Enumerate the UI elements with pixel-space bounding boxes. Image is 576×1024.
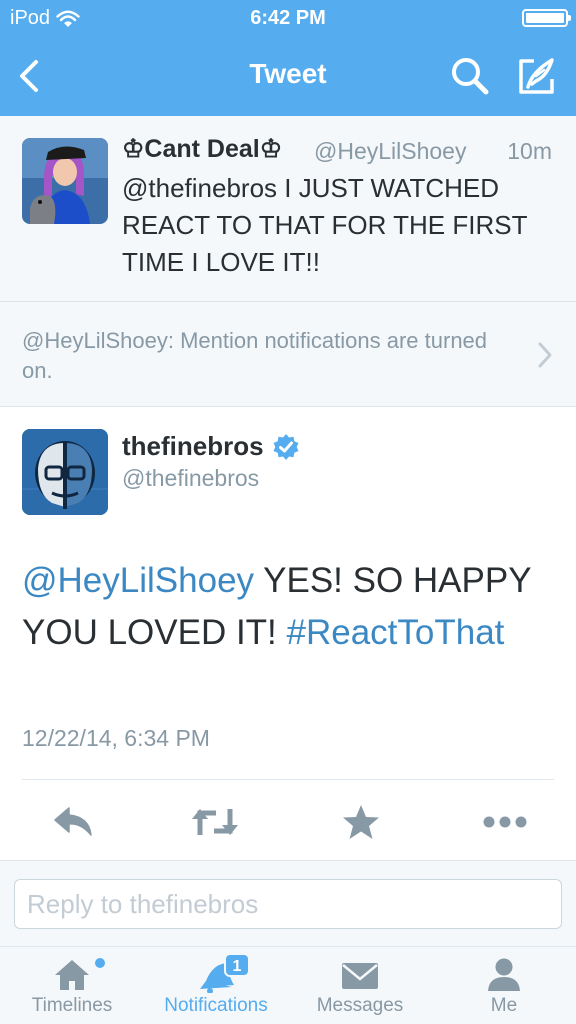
- tab-notifications[interactable]: 1 Notifications: [144, 947, 288, 1024]
- tab-label: Messages: [316, 995, 404, 1016]
- finebros-logo-icon: [22, 429, 108, 515]
- tweet-time: 10m: [507, 138, 552, 164]
- search-icon[interactable]: [448, 54, 492, 98]
- more-button[interactable]: [480, 800, 530, 844]
- mention-notification-row[interactable]: @HeyLilShoey: Mention notifications are …: [0, 302, 576, 407]
- reply-input[interactable]: [14, 879, 562, 929]
- battery-fill: [526, 13, 564, 23]
- parent-tweet[interactable]: ♔Cant Deal♔ @HeyLilShoey 10m @thefinebro…: [0, 116, 576, 302]
- reply-icon: [54, 807, 92, 836]
- tab-timelines[interactable]: Timelines: [0, 947, 144, 1024]
- envelope-icon: [342, 963, 378, 989]
- retweet-icon: [192, 809, 238, 835]
- display-name[interactable]: thefinebros: [122, 431, 300, 462]
- divider: [22, 779, 554, 780]
- display-name[interactable]: ♔Cant Deal♔: [122, 134, 282, 164]
- tab-label: Timelines: [31, 995, 113, 1016]
- verified-badge-icon: [273, 433, 299, 460]
- user-photo-icon: [22, 138, 108, 224]
- tab-label: Me: [490, 995, 518, 1016]
- status-time: 6:42 PM: [250, 7, 326, 29]
- notification-badge: 1: [224, 953, 250, 977]
- person-icon: [488, 958, 520, 991]
- mention-link[interactable]: @HeyLilShoey: [22, 561, 254, 600]
- main-tweet: thefinebros @thefinebros @HeyLilShoey YE…: [0, 407, 576, 857]
- avatar[interactable]: [22, 138, 108, 224]
- hashtag-link[interactable]: #ReactToThat: [287, 613, 505, 652]
- tab-label: Notifications: [164, 995, 268, 1016]
- user-handle[interactable]: @thefinebros: [122, 465, 259, 492]
- chevron-right-icon: [538, 342, 552, 368]
- display-name-text[interactable]: thefinebros: [122, 431, 264, 462]
- star-icon: [343, 805, 379, 839]
- home-icon: [55, 960, 89, 990]
- avatar[interactable]: [22, 429, 108, 515]
- favorite-button[interactable]: [336, 800, 386, 844]
- reply-button[interactable]: [48, 800, 98, 844]
- tab-bar: Timelines 1 Notifications Messages Me: [0, 946, 576, 1024]
- tweet-text: @HeyLilShoey YES! SO HAPPY YOU LOVED IT!…: [22, 555, 552, 659]
- compose-icon[interactable]: [514, 54, 558, 98]
- more-icon: [483, 816, 527, 828]
- unread-dot: [95, 958, 105, 968]
- notification-text: @HeyLilShoey: Mention notifications are …: [22, 328, 488, 383]
- user-handle[interactable]: @HeyLilShoey: [314, 138, 466, 165]
- tweet-actions: [0, 792, 576, 852]
- tweet-text: @thefinebros I JUST WATCHED REACT TO THA…: [122, 173, 527, 277]
- tab-messages[interactable]: Messages: [288, 947, 432, 1024]
- tab-me[interactable]: Me: [432, 947, 576, 1024]
- retweet-button[interactable]: [190, 800, 240, 844]
- status-bar: iPod 6:42 PM: [0, 0, 576, 36]
- battery-icon: [522, 9, 571, 27]
- reply-area: [0, 860, 576, 946]
- nav-bar: Tweet: [0, 36, 576, 116]
- tweet-date: 12/22/14, 6:34 PM: [22, 725, 210, 751]
